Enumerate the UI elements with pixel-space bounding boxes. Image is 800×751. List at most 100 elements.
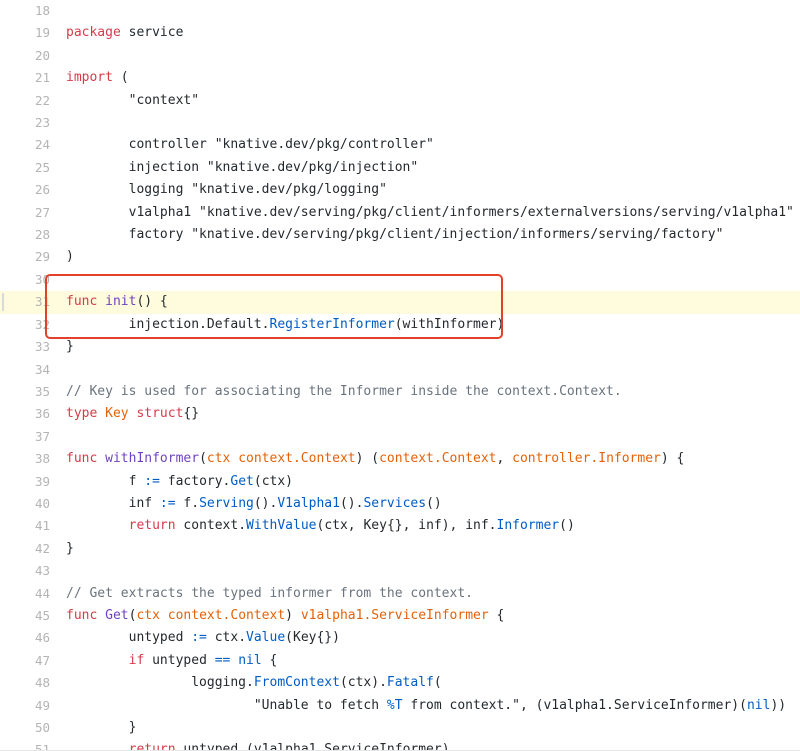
code-line[interactable]: 41 return context.WithValue(ctx, Key{}, … bbox=[0, 515, 800, 537]
code-line[interactable]: 49 "Unable to fetch %T from context.", (… bbox=[0, 695, 800, 717]
code-line[interactable]: 47 if untyped == nil { bbox=[0, 650, 800, 672]
code-line[interactable]: 45 func Get(ctx context.Context) v1alpha1… bbox=[0, 605, 800, 627]
line-number[interactable]: 49 bbox=[8, 695, 58, 717]
code-content[interactable]: // Key is used for associating the Infor… bbox=[58, 381, 800, 403]
line-number[interactable]: 27 bbox=[8, 202, 58, 224]
code-line[interactable]: 39 f := factory.Get(ctx) bbox=[0, 471, 800, 493]
line-number[interactable]: 38 bbox=[8, 448, 58, 470]
line-number[interactable]: 33 bbox=[8, 336, 58, 358]
line-number[interactable]: 34 bbox=[8, 359, 58, 381]
line-number[interactable]: 32 bbox=[8, 314, 58, 336]
code-content[interactable]: return context.WithValue(ctx, Key{}, inf… bbox=[58, 515, 800, 537]
code-line[interactable]: 26 logging "knative.dev/pkg/logging" bbox=[0, 179, 800, 201]
code-content[interactable]: controller "knative.dev/pkg/controller" bbox=[58, 134, 800, 156]
code-content[interactable] bbox=[58, 45, 800, 67]
code-content[interactable]: inf := f.Serving().V1alpha1().Services() bbox=[58, 493, 800, 515]
line-number[interactable]: 50 bbox=[8, 717, 58, 739]
code-content[interactable]: f := factory.Get(ctx) bbox=[58, 471, 800, 493]
code-line[interactable]: 20 bbox=[0, 45, 800, 67]
code-content[interactable]: if untyped == nil { bbox=[58, 650, 800, 672]
code-content[interactable]: func Get(ctx context.Context) v1alpha1.S… bbox=[58, 605, 800, 627]
code-content[interactable]: func init() { bbox=[58, 291, 800, 313]
line-number[interactable]: 29 bbox=[8, 246, 58, 268]
code-content[interactable]: } bbox=[58, 538, 800, 560]
code-line[interactable]: 34 bbox=[0, 359, 800, 381]
code-line[interactable]: 43 bbox=[0, 560, 800, 582]
code-content[interactable] bbox=[58, 112, 800, 134]
line-number[interactable]: 44 bbox=[8, 583, 58, 605]
code-content[interactable]: ) bbox=[58, 246, 800, 268]
line-number[interactable]: 31 bbox=[8, 291, 58, 313]
line-number[interactable]: 18 bbox=[8, 0, 58, 22]
line-number[interactable]: 21 bbox=[8, 67, 58, 89]
code-content[interactable]: import ( bbox=[58, 67, 800, 89]
code-line[interactable]: 38 func withInformer(ctx context.Context)… bbox=[0, 448, 800, 470]
code-line[interactable]: 23 bbox=[0, 112, 800, 134]
code-content[interactable]: func withInformer(ctx context.Context) (… bbox=[58, 448, 800, 470]
code-line[interactable]: 33} bbox=[0, 336, 800, 358]
code-line[interactable]: 19 package service bbox=[0, 22, 800, 44]
code-line[interactable]: 42} bbox=[0, 538, 800, 560]
code-line[interactable]: 44 // Get extracts the typed informer fro… bbox=[0, 583, 800, 605]
code-content[interactable] bbox=[58, 560, 800, 582]
line-number[interactable]: 45 bbox=[8, 605, 58, 627]
code-line[interactable]: 51 return untyped.(v1alpha1.ServiceInfor… bbox=[0, 739, 800, 750]
code-line[interactable]: 35 // Key is used for associating the Inf… bbox=[0, 381, 800, 403]
code-content[interactable]: "context" bbox=[58, 90, 800, 112]
line-number[interactable]: 39 bbox=[8, 471, 58, 493]
line-number[interactable]: 47 bbox=[8, 650, 58, 672]
code-line[interactable]: 22 "context" bbox=[0, 90, 800, 112]
code-line[interactable]: 50 } bbox=[0, 717, 800, 739]
code-content[interactable] bbox=[58, 426, 800, 448]
code-line[interactable]: 21 import ( bbox=[0, 67, 800, 89]
line-number[interactable]: 37 bbox=[8, 426, 58, 448]
code-line[interactable]: 31 func init() { bbox=[0, 291, 800, 314]
line-number[interactable]: 51 bbox=[8, 739, 58, 750]
line-number[interactable]: 42 bbox=[8, 538, 58, 560]
line-number[interactable]: 40 bbox=[8, 493, 58, 515]
code-line[interactable]: 40 inf := f.Serving().V1alpha1().Service… bbox=[0, 493, 800, 515]
code-content[interactable]: untyped := ctx.Value(Key{}) bbox=[58, 627, 800, 649]
code-content[interactable]: logging "knative.dev/pkg/logging" bbox=[58, 179, 800, 201]
code-content[interactable] bbox=[58, 0, 800, 22]
code-content[interactable]: "Unable to fetch %T from context.", (v1a… bbox=[58, 695, 800, 717]
line-number[interactable]: 48 bbox=[8, 672, 58, 694]
line-number[interactable]: 24 bbox=[8, 134, 58, 156]
code-content[interactable]: package service bbox=[58, 22, 800, 44]
line-number[interactable]: 43 bbox=[8, 560, 58, 582]
code-content[interactable]: factory "knative.dev/serving/pkg/client/… bbox=[58, 224, 800, 246]
code-line[interactable]: 48 logging.FromContext(ctx).Fatalf( bbox=[0, 672, 800, 694]
code-line[interactable]: 29) bbox=[0, 246, 800, 268]
code-line[interactable]: 18 bbox=[0, 0, 800, 22]
code-line[interactable]: 32 injection.Default.RegisterInformer(wi… bbox=[0, 314, 800, 336]
line-number[interactable]: 26 bbox=[8, 179, 58, 201]
code-content[interactable]: type Key struct{} bbox=[58, 403, 800, 425]
line-number[interactable]: 28 bbox=[8, 224, 58, 246]
code-content[interactable]: } bbox=[58, 717, 800, 739]
code-content[interactable]: injection.Default.RegisterInformer(withI… bbox=[58, 314, 800, 336]
code-viewer[interactable]: 18 19 package service 20 21 import (22 "con… bbox=[0, 0, 800, 751]
code-line[interactable]: 24 controller "knative.dev/pkg/controlle… bbox=[0, 134, 800, 156]
line-number[interactable]: 20 bbox=[8, 45, 58, 67]
code-content[interactable]: } bbox=[58, 336, 800, 358]
code-line[interactable]: 36 type Key struct{} bbox=[0, 403, 800, 425]
line-number[interactable]: 35 bbox=[8, 381, 58, 403]
code-content[interactable]: // Get extracts the typed informer from … bbox=[58, 583, 800, 605]
line-number[interactable]: 19 bbox=[8, 22, 58, 44]
line-number[interactable]: 25 bbox=[8, 157, 58, 179]
line-number[interactable]: 46 bbox=[8, 627, 58, 649]
code-content[interactable]: v1alpha1 "knative.dev/serving/pkg/client… bbox=[58, 202, 800, 224]
code-line[interactable]: 25 injection "knative.dev/pkg/injection" bbox=[0, 157, 800, 179]
code-content[interactable]: injection "knative.dev/pkg/injection" bbox=[58, 157, 800, 179]
line-number[interactable]: 22 bbox=[8, 90, 58, 112]
line-number[interactable]: 23 bbox=[8, 112, 58, 134]
code-line[interactable]: 27 v1alpha1 "knative.dev/serving/pkg/cli… bbox=[0, 202, 800, 224]
code-content[interactable]: return untyped.(v1alpha1.ServiceInformer… bbox=[58, 739, 800, 750]
code-content[interactable]: logging.FromContext(ctx).Fatalf( bbox=[58, 672, 800, 694]
code-line[interactable]: 46 untyped := ctx.Value(Key{}) bbox=[0, 627, 800, 649]
code-content[interactable] bbox=[58, 269, 800, 291]
code-content[interactable] bbox=[58, 359, 800, 381]
line-number[interactable]: 30 bbox=[8, 269, 58, 291]
line-number[interactable]: 36 bbox=[8, 403, 58, 425]
code-line[interactable]: 37 bbox=[0, 426, 800, 448]
